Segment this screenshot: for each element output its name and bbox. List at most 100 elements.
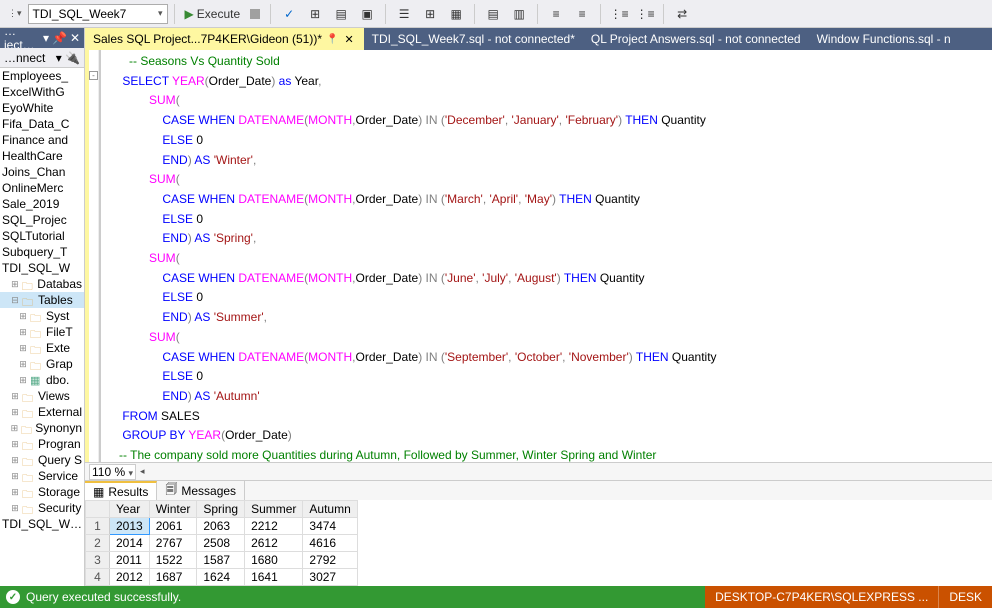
expand-icon[interactable]: ⊞ (10, 279, 20, 290)
tree-item[interactable]: ⊞▦dbo. (0, 372, 84, 388)
expand-icon[interactable]: ⊟ (10, 295, 20, 306)
fold-icon[interactable]: - (89, 71, 98, 80)
document-tab[interactable]: TDI_SQL_Week7.sql - not connected* (364, 28, 583, 50)
stop-button[interactable] (246, 4, 264, 24)
document-tab[interactable]: QL Project Answers.sql - not connected (583, 28, 809, 50)
expand-icon[interactable]: ⊞ (18, 327, 28, 338)
tree-item[interactable]: SQL_Projec (0, 212, 84, 228)
cell[interactable]: 2212 (245, 518, 303, 535)
more-button[interactable]: ⇄ (670, 4, 694, 24)
expand-icon[interactable]: ⊞ (10, 407, 20, 418)
cell[interactable]: 3027 (303, 569, 357, 586)
tree-item[interactable]: Subquery_T (0, 244, 84, 260)
row-number[interactable]: 3 (86, 552, 110, 569)
tree-item[interactable]: ⊞🗀External (0, 404, 84, 420)
results-grid[interactable]: YearWinterSpringSummerAutumn120132061206… (85, 500, 992, 586)
document-tab[interactable]: Window Functions.sql - n (809, 28, 959, 50)
tree-item[interactable]: SQLTutorial (0, 228, 84, 244)
expand-icon[interactable]: ⊞ (10, 423, 19, 434)
expand-icon[interactable]: ⊞ (10, 471, 20, 482)
tree-item[interactable]: EyoWhite (0, 100, 84, 116)
tree-item[interactable]: TDI_SQL_W (0, 260, 84, 276)
tree-item[interactable]: ⊞🗀Synonyn (0, 420, 84, 436)
tree-item[interactable]: ⊞🗀Databas (0, 276, 84, 292)
document-tab[interactable]: Sales SQL Project...7P4KER\Gideon (51))*… (85, 28, 364, 50)
cell[interactable]: 2011 (110, 552, 150, 569)
tree-item[interactable]: OnlineMerc (0, 180, 84, 196)
scroll-left-icon[interactable]: ◂ (140, 466, 145, 477)
column-header[interactable]: Spring (197, 501, 245, 518)
tree-item[interactable]: ⊞🗀FileT (0, 324, 84, 340)
expand-icon[interactable]: ⊞ (18, 375, 28, 386)
zoom-selector[interactable]: 110 % ▾ (89, 464, 136, 480)
column-header[interactable]: Winter (149, 501, 197, 518)
column-header[interactable]: Year (110, 501, 150, 518)
tree-item[interactable]: ⊞🗀Progran (0, 436, 84, 452)
execute-button[interactable]: ▶ Execute (181, 4, 245, 24)
display-plan-button[interactable]: ⊞ (303, 4, 327, 24)
row-number[interactable]: 2 (86, 535, 110, 552)
cell[interactable]: 1587 (197, 552, 245, 569)
outdent-button[interactable]: ≡ (570, 4, 594, 24)
expand-icon[interactable]: ⊞ (10, 503, 20, 514)
cell[interactable]: 2014 (110, 535, 150, 552)
row-number[interactable]: 1 (86, 518, 110, 535)
table-row[interactable]: 220142767250826124616 (86, 535, 358, 552)
expand-icon[interactable]: ⊞ (18, 343, 28, 354)
cell[interactable]: 2013 (110, 518, 150, 535)
results-tab[interactable]: ▦ Results (85, 481, 157, 501)
tree-item[interactable]: Finance and (0, 132, 84, 148)
tree-item[interactable]: ExcelWithG (0, 84, 84, 100)
sql-editor[interactable]: -- Seasons Vs Quantity Sold SELECT YEAR(… (99, 50, 992, 462)
indent-button[interactable]: ≡ (544, 4, 568, 24)
tree-item[interactable]: Employees_ (0, 68, 84, 84)
cell[interactable]: 2063 (197, 518, 245, 535)
specify-values-button[interactable]: ⋮≡ (607, 4, 631, 24)
connect-dropdown-icon[interactable]: ▾ 🔌 (56, 51, 80, 65)
results-text-button[interactable]: ☰ (392, 4, 416, 24)
column-header[interactable]: Autumn (303, 501, 357, 518)
tree-item[interactable]: ⊞🗀Query S (0, 452, 84, 468)
tree-item[interactable]: Joins_Chan (0, 164, 84, 180)
expand-icon[interactable]: ⊞ (18, 311, 28, 322)
parse-button[interactable]: ✓ (277, 4, 301, 24)
cell[interactable]: 2012 (110, 569, 150, 586)
uncomment-button[interactable]: ▥ (507, 4, 531, 24)
expand-icon[interactable]: ⊞ (10, 391, 20, 402)
cell[interactable]: 2508 (197, 535, 245, 552)
pin-icon[interactable]: 📍 (326, 34, 338, 45)
tree-item[interactable]: ⊞🗀Views (0, 388, 84, 404)
table-row[interactable]: 420121687162416413027 (86, 569, 358, 586)
results-file-button[interactable]: ▦ (444, 4, 468, 24)
pin-icon[interactable]: 📌 (52, 31, 67, 45)
cell[interactable]: 1680 (245, 552, 303, 569)
tree-item[interactable]: ⊟🗀Tables (0, 292, 84, 308)
tree-item[interactable]: ⊞🗀Storage (0, 484, 84, 500)
cell[interactable]: 2767 (149, 535, 197, 552)
cell[interactable]: 2061 (149, 518, 197, 535)
tree-item[interactable]: ⊞🗀Security (0, 500, 84, 516)
column-header[interactable]: Summer (245, 501, 303, 518)
table-row[interactable]: 320111522158716802792 (86, 552, 358, 569)
table-row[interactable]: 120132061206322123474 (86, 518, 358, 535)
tree-item[interactable]: ⊞🗀Grap (0, 356, 84, 372)
messages-tab[interactable]: 🗐 Messages (157, 481, 245, 501)
tree-item[interactable]: HealthCare (0, 148, 84, 164)
column-header[interactable] (86, 501, 110, 518)
expand-icon[interactable]: ⊞ (18, 359, 28, 370)
query-options-button[interactable]: ▤ (329, 4, 353, 24)
cell[interactable]: 3474 (303, 518, 357, 535)
cell[interactable]: 4616 (303, 535, 357, 552)
cell[interactable]: 1687 (149, 569, 197, 586)
close-icon[interactable]: ✕ (342, 33, 355, 46)
cell[interactable]: 1624 (197, 569, 245, 586)
comment-button[interactable]: ▤ (481, 4, 505, 24)
expand-icon[interactable]: ⊞ (10, 455, 20, 466)
surround-button[interactable]: ⋮≡ (633, 4, 657, 24)
tree-item[interactable]: Sale_2019 (0, 196, 84, 212)
expand-icon[interactable]: ⊞ (10, 487, 20, 498)
tree-item[interactable]: TDI_SQL_W… (0, 516, 84, 532)
cell[interactable]: 2792 (303, 552, 357, 569)
cell[interactable]: 2612 (245, 535, 303, 552)
row-number[interactable]: 4 (86, 569, 110, 586)
